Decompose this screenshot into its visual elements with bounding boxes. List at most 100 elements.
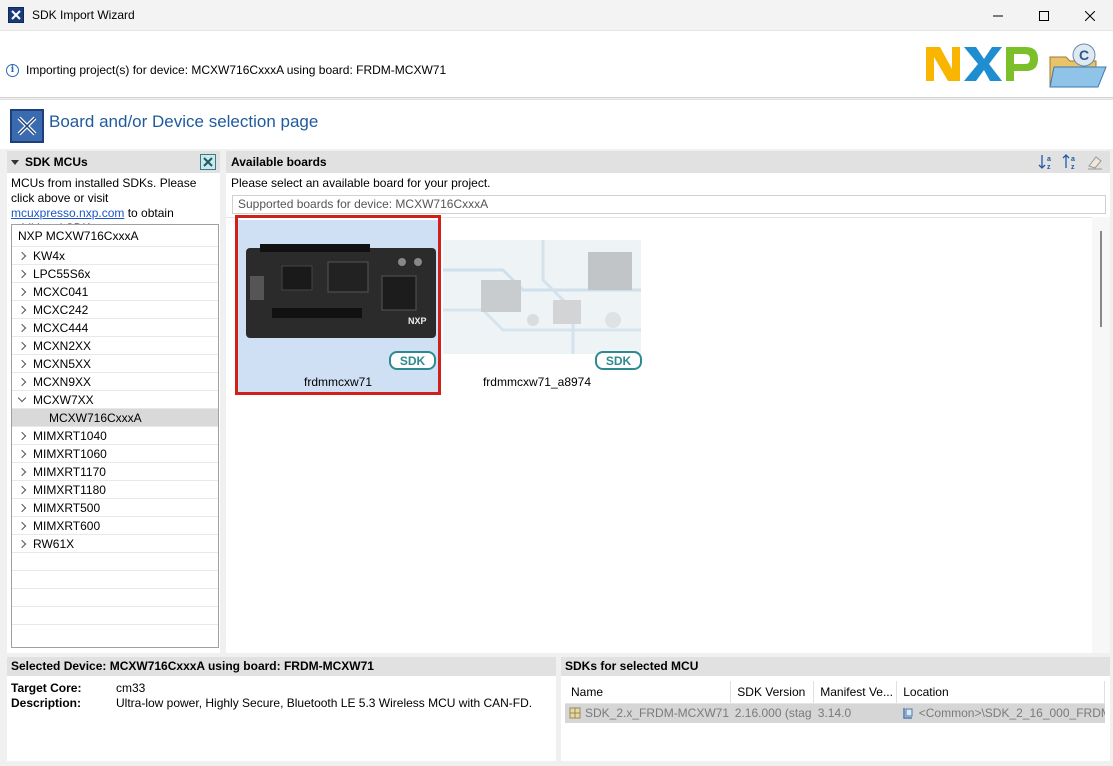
tree-item[interactable]: MCXN9XX — [12, 373, 218, 391]
wizard-banner: i Importing project(s) for device: MCXW7… — [0, 31, 1113, 98]
folder-logo-letter: C — [1079, 47, 1089, 63]
page-title: Board and/or Device selection page — [49, 112, 319, 131]
banner-message: i Importing project(s) for device: MCXW7… — [6, 63, 446, 77]
chevron-right-icon[interactable] — [17, 287, 27, 297]
sort-ascending-icon[interactable]: az — [1038, 153, 1056, 171]
tree-root[interactable]: NXP MCXW716CxxxA — [12, 225, 218, 247]
tree-item[interactable]: MCXC444 — [12, 319, 218, 337]
column-header-location[interactable]: Location — [896, 681, 1105, 704]
tree-item[interactable]: LPC55S6x — [12, 265, 218, 283]
chevron-right-icon[interactable] — [17, 521, 27, 531]
sdk-badge: SDK — [389, 351, 436, 370]
column-header-manifest-version[interactable]: Manifest Ve... — [813, 681, 898, 704]
tree-item[interactable]: MCXN5XX — [12, 355, 218, 373]
tree-item-label: LPC55S6x — [33, 267, 91, 281]
chevron-right-icon[interactable] — [17, 323, 27, 333]
sdk-package-icon — [569, 707, 581, 719]
tree-item-label: MCXW7XX — [33, 393, 94, 407]
tree-item[interactable]: MCXW7XX — [12, 391, 218, 409]
sdks-header: SDKs for selected MCU — [561, 657, 1110, 676]
scrollbar-thumb[interactable] — [1100, 231, 1102, 327]
minimize-icon — [993, 15, 1003, 16]
available-boards-description: Please select an available board for you… — [231, 176, 491, 190]
description-label: Description: — [11, 696, 82, 710]
board-name-label: frdmmcxw71 — [303, 375, 372, 389]
tree-item[interactable]: MIMXRT1170 — [12, 463, 218, 481]
tree-item[interactable]: MIMXRT600 — [12, 517, 218, 535]
tree-child-item[interactable]: MCXW716CxxxA — [12, 409, 218, 427]
tree-item-label: MCXN5XX — [33, 357, 92, 371]
sdk-table-row[interactable]: SDK_2.x_FRDM-MCXW71 2.16.000 (stag 3.14.… — [565, 703, 1105, 723]
tree-item[interactable]: MIMXRT1180 — [12, 481, 218, 499]
tree-item[interactable]: RW61X — [12, 535, 218, 553]
info-icon: i — [6, 63, 19, 77]
svg-text:z: z — [1047, 164, 1051, 171]
tree-item[interactable]: MIMXRT1040 — [12, 427, 218, 445]
tree-item-label: MIMXRT1170 — [33, 465, 106, 479]
wizard-x-icon — [10, 109, 44, 143]
tree-item-label: MIMXRT1040 — [33, 429, 107, 443]
chevron-right-icon[interactable] — [17, 431, 27, 441]
tree-item-label: KW4x — [33, 249, 66, 263]
sdk-version-cell: 2.16.000 (stag — [730, 703, 814, 723]
chevron-right-icon[interactable] — [17, 269, 27, 279]
chevron-right-icon[interactable] — [17, 503, 27, 513]
board-filter-input[interactable]: Supported boards for device: MCXW716Cxxx… — [232, 195, 1106, 214]
chevron-right-icon[interactable] — [17, 251, 27, 261]
chevron-right-icon[interactable] — [17, 359, 27, 369]
chevron-right-icon[interactable] — [17, 467, 27, 477]
available-boards-title: Available boards — [231, 155, 327, 169]
tree-item[interactable]: MIMXRT500 — [12, 499, 218, 517]
board-card-frdmmcxw71-a8974[interactable]: SDK frdmmcxw71_a8974 — [441, 220, 642, 394]
tree-item-label: MCXW716CxxxA — [49, 411, 142, 425]
tree-item[interactable]: KW4x — [12, 247, 218, 265]
board-card-frdmmcxw71[interactable]: NXP SDK frdmmcxw71 — [238, 220, 438, 394]
tree-item-label: MIMXRT500 — [33, 501, 101, 515]
boards-scrollbar[interactable] — [1092, 217, 1110, 653]
tree-item[interactable]: MCXC242 — [12, 301, 218, 319]
tree-empty-row — [12, 589, 218, 607]
tree-empty-row — [12, 553, 218, 571]
board-placeholder-image — [443, 240, 641, 354]
chevron-right-icon[interactable] — [17, 449, 27, 459]
chevron-right-icon[interactable] — [17, 341, 27, 351]
title-bar: SDK Import Wizard — [0, 0, 1113, 31]
sdk-badge: SDK — [595, 351, 642, 370]
chevron-right-icon[interactable] — [17, 377, 27, 387]
banner-message-text: Importing project(s) for device: MCXW716… — [26, 63, 447, 77]
tree-item[interactable]: MIMXRT1060 — [12, 445, 218, 463]
tree-empty-row — [12, 571, 218, 589]
nxp-logo — [926, 47, 1038, 81]
tree-item-label: MCXC444 — [33, 321, 89, 335]
mcuxpresso-link[interactable]: mcuxpresso.nxp.com — [11, 206, 124, 220]
maximize-button[interactable] — [1021, 0, 1067, 31]
mcu-tree[interactable]: NXP MCXW716CxxxA KW4x LPC55S6x MCXC041 MCXC… — [11, 224, 219, 648]
sdk-mcus-header[interactable]: SDK MCUs — [7, 151, 220, 173]
chevron-right-icon[interactable] — [17, 305, 27, 315]
column-header-name[interactable]: Name — [565, 681, 732, 704]
clear-filter-button[interactable] — [200, 154, 216, 170]
close-button[interactable] — [1067, 0, 1113, 31]
chevron-right-icon[interactable] — [17, 485, 27, 495]
collapse-triangle-icon[interactable] — [11, 159, 19, 165]
target-core-value: cm33 — [116, 681, 146, 695]
boards-area: NXP SDK frdmmcxw71 SDK frdmmcxw71_a8974 — [226, 217, 1092, 653]
column-header-sdk-version[interactable]: SDK Version — [730, 681, 815, 704]
sort-descending-icon[interactable]: az — [1062, 153, 1080, 171]
tree-empty-row — [12, 607, 218, 625]
chevron-right-icon[interactable] — [17, 539, 27, 549]
location-cell: <Common>\SDK_2_16_000_FRDM — [896, 703, 1105, 723]
folder-logo: C — [1049, 43, 1107, 88]
eraser-icon[interactable] — [1086, 153, 1104, 171]
clear-x-icon — [203, 157, 213, 167]
tree-item-label: MIMXRT1060 — [33, 447, 107, 461]
minimize-button[interactable] — [975, 0, 1021, 31]
svg-text:a: a — [1047, 156, 1051, 163]
sdks-table[interactable]: Name SDK Version Manifest Ve... Location… — [565, 681, 1105, 723]
close-icon — [1085, 10, 1095, 21]
chevron-down-icon[interactable] — [17, 393, 27, 403]
tree-item-label: MIMXRT1180 — [33, 483, 106, 497]
manifest-version-cell: 3.14.0 — [813, 703, 897, 723]
tree-item[interactable]: MCXC041 — [12, 283, 218, 301]
tree-item[interactable]: MCXN2XX — [12, 337, 218, 355]
